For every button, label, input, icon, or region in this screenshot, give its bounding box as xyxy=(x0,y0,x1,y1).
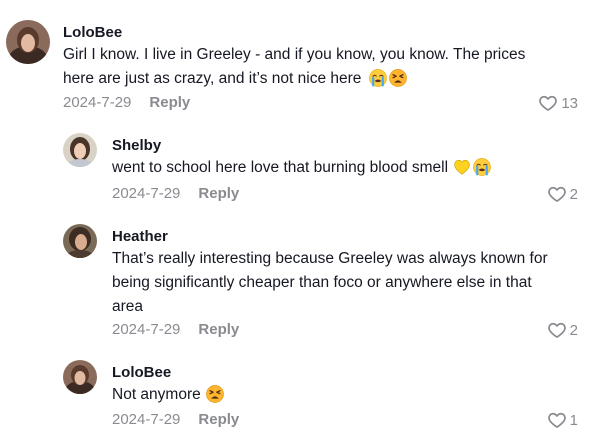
loudly-crying-face-icon xyxy=(473,158,491,176)
comment-meta: 2024-7-29 Reply xyxy=(112,321,239,338)
heart-icon xyxy=(547,410,567,430)
heart-icon xyxy=(547,320,567,340)
loudly-crying-face-icon xyxy=(369,69,387,87)
comment-text: Not anymore xyxy=(112,383,572,407)
username[interactable]: LoloBee xyxy=(63,24,122,41)
comment-date: 2024-7-29 xyxy=(112,185,181,202)
like-count: 13 xyxy=(561,94,578,112)
heart-icon xyxy=(538,93,558,113)
comment-date: 2024-7-29 xyxy=(63,94,132,111)
like-count: 2 xyxy=(569,185,578,203)
reply-button[interactable]: Reply xyxy=(198,411,239,428)
tired-face-icon xyxy=(389,69,407,87)
reply-button[interactable]: Reply xyxy=(198,185,239,202)
username[interactable]: Heather xyxy=(112,228,168,245)
avatar[interactable] xyxy=(63,133,97,167)
comment-date: 2024-7-29 xyxy=(112,321,181,338)
comment-text: Girl I know. I live in Greeley - and if … xyxy=(63,46,526,87)
comment-date: 2024-7-29 xyxy=(112,411,181,428)
yellow-heart-icon xyxy=(453,158,471,176)
reply-button[interactable]: Reply xyxy=(198,321,239,338)
comment-meta: 2024-7-29 Reply xyxy=(63,94,190,111)
reply-button[interactable]: Reply xyxy=(149,94,190,111)
like-button[interactable]: 13 xyxy=(538,93,578,113)
comment-meta: 2024-7-29 Reply xyxy=(112,185,239,202)
heart-icon xyxy=(547,184,567,204)
comment-text: That’s really interesting because Greele… xyxy=(112,250,548,315)
like-button[interactable]: 1 xyxy=(547,410,578,430)
like-count: 2 xyxy=(569,321,578,339)
like-button[interactable]: 2 xyxy=(547,184,578,204)
comment-meta: 2024-7-29 Reply xyxy=(112,411,239,428)
avatar[interactable] xyxy=(6,20,50,64)
tired-face-icon xyxy=(206,385,224,403)
username[interactable]: LoloBee xyxy=(112,364,171,381)
like-count: 1 xyxy=(569,411,578,429)
avatar[interactable] xyxy=(63,360,97,394)
comment-text: went to school here love that burning bl… xyxy=(112,156,572,180)
like-button[interactable]: 2 xyxy=(547,320,578,340)
username[interactable]: Shelby xyxy=(112,137,161,154)
avatar[interactable] xyxy=(63,224,97,258)
